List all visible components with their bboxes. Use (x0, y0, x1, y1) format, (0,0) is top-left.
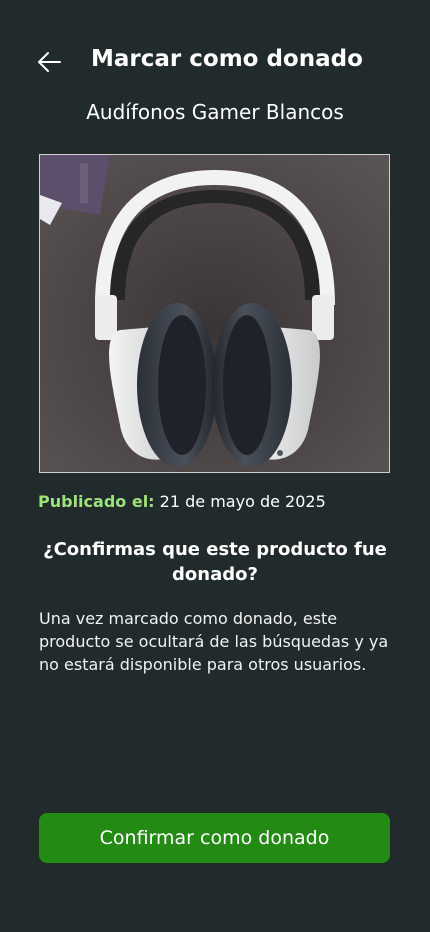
arrow-left-icon (38, 52, 61, 72)
headphones-photo (40, 155, 389, 472)
product-image (39, 154, 390, 473)
confirm-donated-button[interactable]: Confirmar como donado (39, 813, 390, 863)
confirmation-description: Una vez marcado como donado, este produc… (39, 609, 389, 674)
published-date: Publicado el: 21 de mayo de 2025 (38, 492, 326, 511)
published-label: Publicado el: (38, 492, 155, 511)
published-value: 21 de mayo de 2025 (159, 492, 326, 511)
product-name: Audífonos Gamer Blancos (86, 100, 344, 124)
page-title: Marcar como donado (91, 46, 363, 72)
confirmation-question: ¿Confirmas que este producto fue donado? (43, 539, 387, 585)
header-bar: Marcar como donado (0, 36, 430, 86)
back-button[interactable] (30, 46, 66, 78)
